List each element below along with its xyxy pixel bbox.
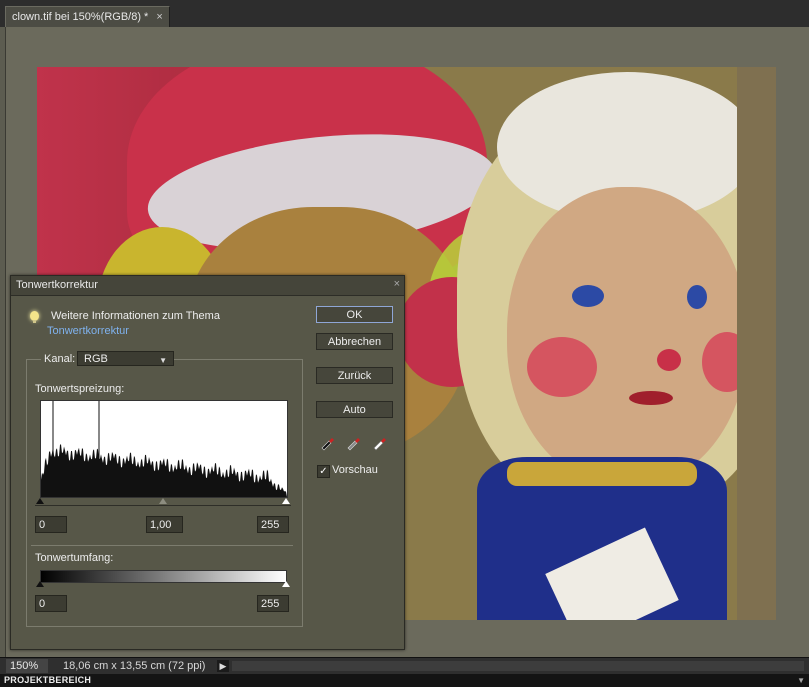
channel-label: Kanal: bbox=[41, 353, 79, 365]
help-link[interactable]: Tonwertkorrektur bbox=[47, 325, 129, 337]
output-gradient bbox=[40, 570, 287, 583]
input-levels-label: Tonwertspreizung: bbox=[35, 383, 125, 395]
close-tab-icon[interactable]: × bbox=[156, 11, 162, 23]
zoom-field[interactable]: 150% bbox=[6, 659, 48, 673]
preview-label: Vorschau bbox=[332, 464, 378, 476]
document-tab-bar: clown.tif bei 150%(RGB/8) * × bbox=[0, 0, 809, 27]
input-white-field[interactable]: 255 bbox=[257, 516, 289, 533]
gray-eyedropper-icon[interactable] bbox=[345, 433, 363, 451]
white-eyedropper-icon[interactable] bbox=[371, 433, 389, 451]
status-bar: 150% 18,06 cm x 13,55 cm (72 ppi) ▶ bbox=[0, 657, 809, 675]
status-menu-arrow-icon[interactable]: ▶ bbox=[217, 660, 229, 672]
output-black-field[interactable]: 0 bbox=[35, 595, 67, 612]
document-tab[interactable]: clown.tif bei 150%(RGB/8) * × bbox=[5, 6, 170, 27]
output-white-field[interactable]: 255 bbox=[257, 595, 289, 612]
histogram-graph bbox=[41, 401, 287, 497]
input-white-slider-handle[interactable] bbox=[282, 498, 290, 504]
cancel-button[interactable]: Abbrechen bbox=[316, 333, 393, 350]
dialog-title: Tonwertkorrektur bbox=[16, 279, 98, 291]
chevron-down-icon: ▼ bbox=[159, 356, 167, 365]
preview-checkbox[interactable]: ✓ bbox=[317, 465, 330, 478]
output-levels-label: Tonwertumfang: bbox=[35, 552, 114, 564]
project-bin-bar[interactable]: PROJEKTBEREICH ▼ bbox=[0, 674, 809, 687]
input-gamma-field[interactable]: 1,00 bbox=[146, 516, 183, 533]
input-black-slider-handle[interactable] bbox=[36, 498, 44, 504]
lightbulb-icon bbox=[30, 311, 39, 323]
input-slider-track bbox=[35, 505, 291, 506]
help-text: Weitere Informationen zum Thema bbox=[51, 310, 220, 322]
reset-button[interactable]: Zurück bbox=[316, 367, 393, 384]
dialog-titlebar[interactable]: Tonwertkorrektur × bbox=[11, 276, 404, 296]
horizontal-scrollbar[interactable] bbox=[232, 661, 804, 671]
histogram bbox=[40, 400, 288, 498]
auto-button[interactable]: Auto bbox=[316, 401, 393, 418]
document-tab-title: clown.tif bei 150%(RGB/8) * bbox=[12, 11, 149, 23]
input-black-field[interactable]: 0 bbox=[35, 516, 67, 533]
histogram-shape bbox=[41, 444, 287, 497]
black-eyedropper-icon[interactable] bbox=[319, 433, 337, 451]
channel-select[interactable]: RGB ▼ bbox=[77, 351, 174, 366]
input-gamma-slider-handle[interactable] bbox=[159, 498, 167, 504]
close-dialog-icon[interactable]: × bbox=[394, 278, 400, 290]
expand-arrow-icon[interactable]: ▼ bbox=[797, 674, 805, 687]
output-black-slider-handle[interactable] bbox=[36, 581, 44, 587]
separator bbox=[31, 545, 293, 546]
levels-dialog: Tonwertkorrektur × Weitere Informationen… bbox=[10, 275, 405, 650]
project-bin-label: PROJEKTBEREICH bbox=[4, 675, 92, 685]
ok-button[interactable]: OK bbox=[316, 306, 393, 323]
document-info: 18,06 cm x 13,55 cm (72 ppi) bbox=[63, 660, 206, 672]
channel-value: RGB bbox=[84, 353, 108, 365]
output-white-slider-handle[interactable] bbox=[282, 581, 290, 587]
